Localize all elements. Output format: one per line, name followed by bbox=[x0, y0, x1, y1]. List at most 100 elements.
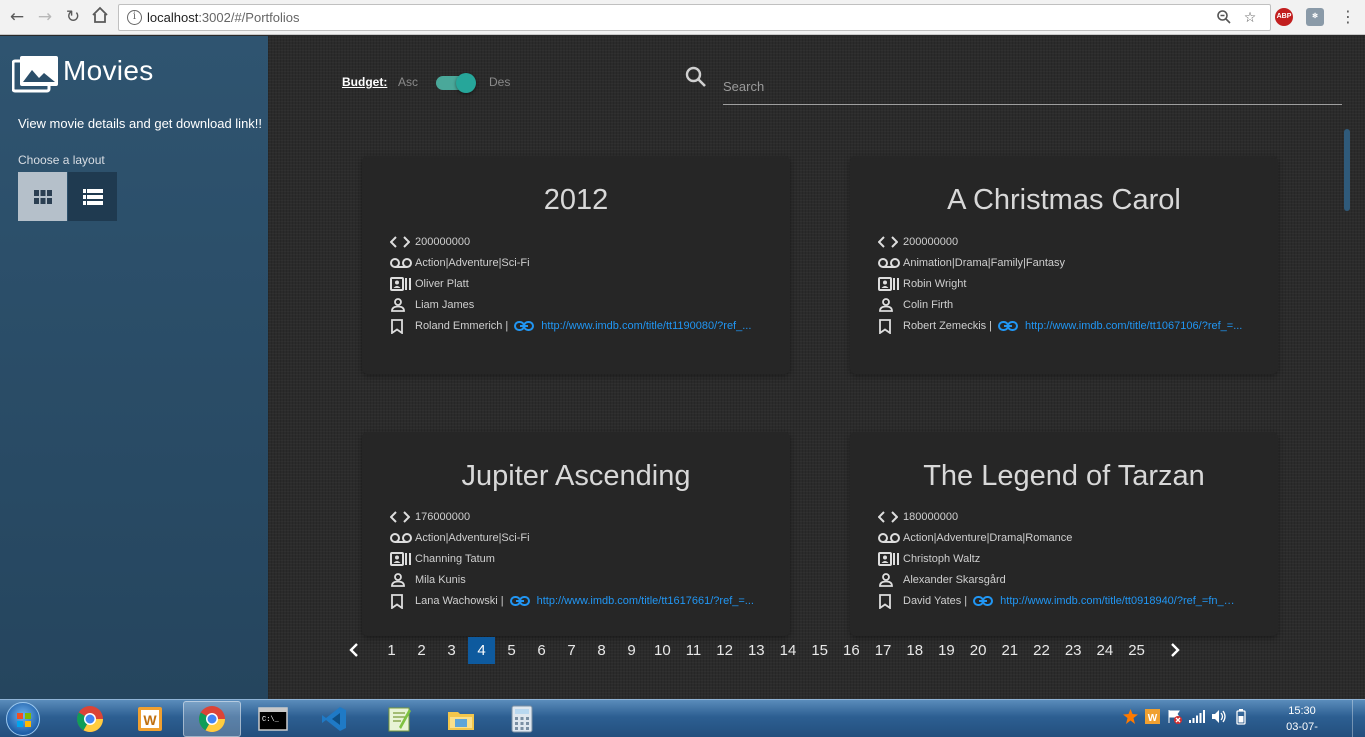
back-arrow-icon[interactable]: ← bbox=[6, 6, 28, 28]
page-number-button[interactable]: 4 bbox=[468, 636, 495, 664]
chrome-active-taskbar-icon[interactable] bbox=[183, 701, 241, 737]
imdb-link[interactable]: http://www.imdb.com/title/tt1190080/?ref… bbox=[541, 320, 751, 332]
page-number-button[interactable]: 15 bbox=[805, 637, 834, 664]
notepad-plus-plus-taskbar-icon[interactable] bbox=[370, 701, 428, 737]
imdb-link[interactable]: http://www.imdb.com/title/tt1617661/?ref… bbox=[537, 595, 754, 607]
contact-card-icon bbox=[878, 276, 900, 292]
link-icon bbox=[998, 318, 1018, 334]
reload-icon[interactable]: ↻ bbox=[62, 6, 84, 28]
movie-actor2: Alexander Skarsgård bbox=[903, 574, 1006, 586]
code-icon bbox=[390, 234, 412, 250]
page-number-button[interactable]: 10 bbox=[648, 637, 677, 664]
word-taskbar-icon[interactable]: W bbox=[121, 701, 179, 737]
movie-card[interactable]: A Christmas Carol 200000000 Animation|Dr… bbox=[850, 156, 1278, 374]
page-number-button[interactable]: 22 bbox=[1027, 637, 1056, 664]
network-tray-icon[interactable] bbox=[1188, 708, 1205, 725]
movie-actor1: Robin Wright bbox=[903, 278, 967, 290]
movie-budget: 180000000 bbox=[903, 511, 959, 523]
sort-des-label: Des bbox=[489, 75, 511, 89]
movie-director: Lana Wachowski bbox=[415, 595, 498, 607]
vscode-taskbar-icon[interactable] bbox=[305, 701, 363, 737]
sort-toggle-knob[interactable] bbox=[456, 73, 476, 93]
pagination: 1 2 3 4 5 6 7 8 9 10 11 12 13 14 15 16 17 18 19 20 21 22 23 24 2… bbox=[344, 636, 1185, 664]
page-number-button[interactable]: 24 bbox=[1091, 637, 1120, 664]
link-icon bbox=[509, 593, 530, 609]
movie-card[interactable]: The Legend of Tarzan 180000000 Action|Ad… bbox=[850, 432, 1278, 636]
menu-icon[interactable]: ⋮ bbox=[1337, 6, 1359, 28]
movie-actor1: Christoph Waltz bbox=[903, 553, 981, 565]
file-explorer-taskbar-icon[interactable] bbox=[432, 701, 490, 737]
list-layout-button[interactable] bbox=[68, 172, 117, 221]
clock[interactable]: 15:30 03-07-2017 bbox=[1277, 703, 1327, 737]
code-icon bbox=[878, 234, 900, 250]
page-number-button[interactable]: 2 bbox=[408, 637, 435, 664]
bookmark-icon bbox=[390, 593, 412, 609]
imdb-link[interactable]: http://www.imdb.com/title/tt0918940/?ref… bbox=[1000, 595, 1235, 607]
movie-budget: 200000000 bbox=[903, 236, 959, 248]
search-icon bbox=[684, 65, 708, 89]
page-number-button[interactable]: 13 bbox=[742, 637, 771, 664]
page-number-button[interactable]: 16 bbox=[837, 637, 866, 664]
page-number-button[interactable]: 12 bbox=[710, 637, 739, 664]
bookmark-icon bbox=[878, 318, 900, 334]
volume-tray-icon[interactable] bbox=[1210, 708, 1227, 725]
director-row: Robert Zemeckis | http://www.imdb.com/ti… bbox=[878, 317, 1242, 335]
movie-genres: Action|Adventure|Drama|Romance bbox=[903, 532, 1073, 544]
movie-director: Robert Zemeckis bbox=[903, 320, 987, 332]
page-number-button[interactable]: 9 bbox=[618, 637, 645, 664]
page-number-button[interactable]: 21 bbox=[995, 637, 1024, 664]
page-number-button[interactable]: 3 bbox=[438, 637, 465, 664]
command-prompt-taskbar-icon[interactable]: C:\_ bbox=[244, 701, 302, 737]
page-number-button[interactable]: 25 bbox=[1122, 637, 1151, 664]
page-number-button[interactable]: 14 bbox=[774, 637, 803, 664]
actor2-row: Liam James bbox=[390, 296, 474, 314]
prev-page-button[interactable] bbox=[344, 637, 364, 664]
page-number-button[interactable]: 6 bbox=[528, 637, 555, 664]
next-page-button[interactable] bbox=[1165, 637, 1185, 664]
movie-title: 2012 bbox=[543, 184, 609, 216]
bookmark-star-icon[interactable]: ☆ bbox=[1241, 9, 1259, 27]
grid-layout-button[interactable] bbox=[18, 172, 67, 221]
page-number-button[interactable]: 7 bbox=[558, 637, 585, 664]
site-info-icon[interactable]: i bbox=[127, 10, 142, 25]
page-number-button[interactable]: 17 bbox=[869, 637, 898, 664]
budget-row: 180000000 bbox=[878, 508, 958, 526]
home-icon[interactable] bbox=[89, 6, 111, 28]
start-orb-icon[interactable] bbox=[6, 702, 40, 736]
movie-card[interactable]: 2012 200000000 Action|Adventure|Sci-Fi O… bbox=[362, 156, 790, 374]
clock-time: 15:30 bbox=[1288, 705, 1316, 717]
imdb-link[interactable]: http://www.imdb.com/title/tt1067106/?ref… bbox=[1025, 320, 1242, 332]
adblock-plus-icon[interactable]: ABP bbox=[1275, 8, 1293, 26]
movie-budget: 176000000 bbox=[415, 511, 471, 523]
show-desktop-button[interactable] bbox=[1352, 700, 1365, 737]
svg-text:W: W bbox=[143, 712, 157, 728]
zoom-icon[interactable] bbox=[1215, 9, 1233, 27]
flag-tray-icon[interactable] bbox=[1166, 708, 1183, 725]
word-tray-icon[interactable]: W bbox=[1144, 708, 1161, 725]
forward-arrow-icon[interactable]: → bbox=[34, 6, 56, 28]
person-icon bbox=[878, 297, 900, 313]
address-url[interactable]: localhost:3002/#/Portfolios bbox=[147, 10, 300, 25]
avast-tray-icon[interactable] bbox=[1122, 708, 1139, 725]
address-bar[interactable]: i localhost:3002/#/Portfolios ☆ bbox=[118, 4, 1271, 31]
movie-actor2: Colin Firth bbox=[903, 299, 954, 311]
page-number-button[interactable]: 18 bbox=[900, 637, 929, 664]
page-number-button[interactable]: 11 bbox=[680, 637, 708, 664]
page-number-button[interactable]: 5 bbox=[498, 637, 525, 664]
scrollbar-thumb[interactable] bbox=[1344, 129, 1350, 211]
page-number-button[interactable]: 20 bbox=[964, 637, 993, 664]
voicemail-icon bbox=[878, 530, 900, 546]
movie-genres: Action|Adventure|Sci-Fi bbox=[415, 532, 530, 544]
movie-title: A Christmas Carol bbox=[947, 184, 1181, 216]
extension-icon[interactable]: ✻ bbox=[1306, 8, 1324, 26]
page-number-button[interactable]: 23 bbox=[1059, 637, 1088, 664]
battery-tray-icon[interactable] bbox=[1232, 708, 1249, 725]
page-number-button[interactable]: 19 bbox=[932, 637, 961, 664]
page-number-button[interactable]: 8 bbox=[588, 637, 615, 664]
movie-card[interactable]: Jupiter Ascending 176000000 Action|Adven… bbox=[362, 432, 790, 636]
chrome-taskbar-icon[interactable] bbox=[61, 701, 119, 737]
search-input[interactable] bbox=[723, 69, 1342, 105]
calculator-taskbar-icon[interactable] bbox=[493, 701, 551, 737]
page-number-button[interactable]: 1 bbox=[378, 637, 405, 664]
movie-actor2: Mila Kunis bbox=[415, 574, 466, 586]
